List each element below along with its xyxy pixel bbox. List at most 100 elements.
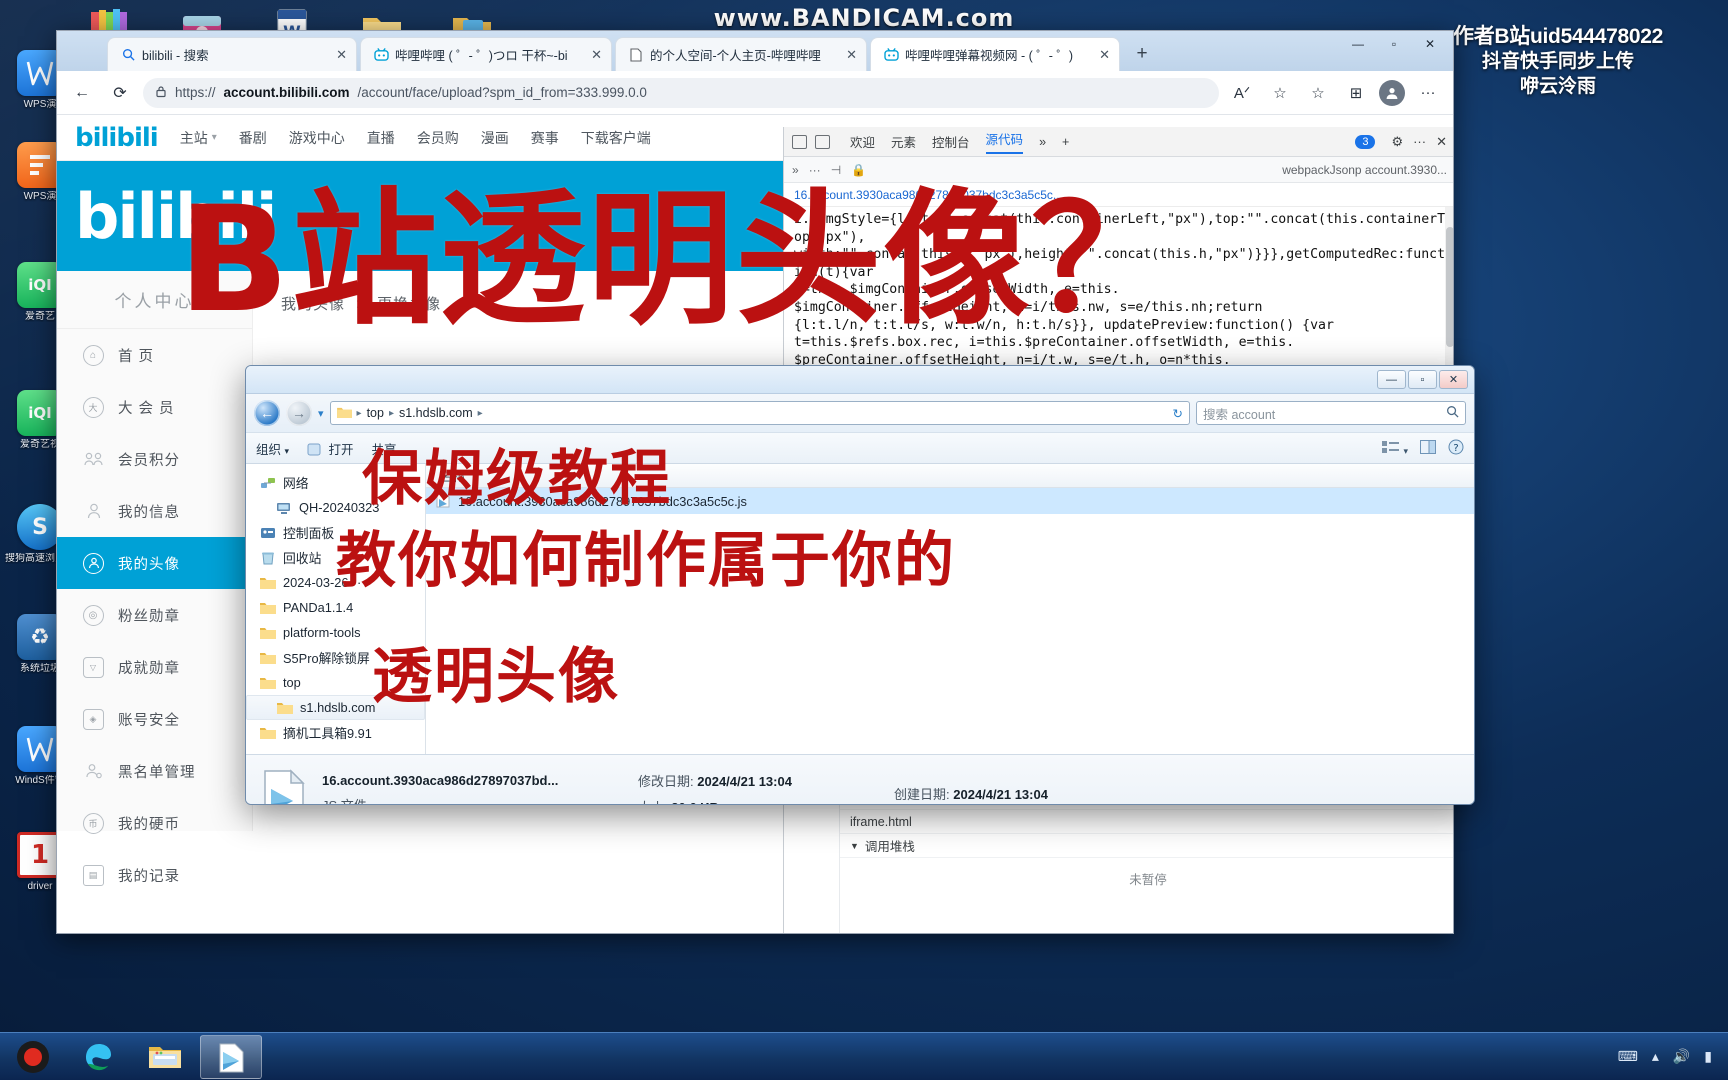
settings-more-icon[interactable]: ··· xyxy=(1413,78,1443,108)
explorer-close-button[interactable]: ✕ xyxy=(1439,370,1468,389)
explorer-path-bar[interactable]: ▸ top ▸ s1.hdslb.com ▸ ↻ xyxy=(329,401,1190,425)
preview-pane-icon[interactable] xyxy=(1420,439,1436,457)
tree-item-computer[interactable]: QH-20240323 xyxy=(246,495,425,520)
tree-item-folder-s1hdslb[interactable]: s1.hdslb.com xyxy=(246,695,425,720)
open-button[interactable]: 打开 xyxy=(307,439,354,458)
sidebar-item-fanmedal[interactable]: ◎ 粉丝勋章 xyxy=(57,589,252,641)
nav-item-manga[interactable]: 漫画 xyxy=(481,128,509,148)
show-hidden-icons-button[interactable]: ▴ xyxy=(1652,1048,1659,1065)
taskbar-bandicam-button[interactable] xyxy=(2,1035,64,1079)
devtools-thread-iframe[interactable]: iframe.html xyxy=(840,810,1453,834)
breadcrumb-parent[interactable]: 我的头像 xyxy=(281,296,345,313)
help-icon[interactable]: ? xyxy=(1448,439,1464,458)
devtools-add-tab-icon[interactable]: + xyxy=(1062,135,1069,149)
devtools-subbar-more-icon[interactable]: » xyxy=(792,163,799,177)
network-icon[interactable]: ▮ xyxy=(1704,1048,1712,1065)
reload-button[interactable]: ⟳ xyxy=(105,78,135,108)
devtools-sidebar-toggle-icon[interactable]: ⊣ xyxy=(831,163,841,177)
device-toolbar-icon[interactable] xyxy=(815,134,830,149)
read-aloud-icon[interactable]: Aᐟ xyxy=(1227,78,1257,108)
devtools-settings-icon[interactable]: ⚙ xyxy=(1391,134,1403,150)
scrollbar-thumb[interactable] xyxy=(1446,227,1453,347)
tree-item-network[interactable]: 网络 xyxy=(246,470,425,495)
sidebar-item-record[interactable]: ▤ 我的记录 xyxy=(57,849,252,901)
maximize-button[interactable]: ▫ xyxy=(1377,33,1411,55)
browser-tab-1[interactable]: 哔哩哔哩 ( ゜- ゜)つロ 干杯~-bi ✕ xyxy=(360,37,612,71)
tree-item-folder-platform-tools[interactable]: platform-tools xyxy=(246,620,425,645)
view-list-icon[interactable]: ▾ xyxy=(1381,440,1408,457)
explorer-file-row[interactable]: 16.account.3930aca986d27897037bdc3c3a5c5… xyxy=(426,488,1474,514)
taskbar-js-file-button[interactable] xyxy=(200,1034,262,1079)
sidebar-item-security[interactable]: ◈ 账号安全 xyxy=(57,693,252,745)
profile-icon[interactable] xyxy=(1379,79,1405,106)
minimize-button[interactable]: — xyxy=(1341,33,1375,55)
sidebar-item-myinfo[interactable]: 我的信息 xyxy=(57,485,252,537)
organize-button[interactable]: 组织 ▾ xyxy=(256,439,289,458)
keyboard-icon[interactable]: ⌨ xyxy=(1618,1048,1638,1065)
path-segment-host[interactable]: s1.hdslb.com xyxy=(399,406,473,420)
collections-icon[interactable]: ⊞ xyxy=(1341,78,1371,108)
sidebar-item-vip[interactable]: 大 大 会 员 xyxy=(57,381,252,433)
sidebar-item-home[interactable]: ⌂ 首 页 xyxy=(57,329,252,381)
explorer-minimize-button[interactable]: — xyxy=(1377,370,1406,389)
devtools-more-tabs-icon[interactable]: » xyxy=(1039,135,1046,149)
tree-item-folder-toolbox[interactable]: 摘机工具箱9.91 xyxy=(246,720,425,745)
tab-close-button[interactable]: ✕ xyxy=(1096,47,1113,63)
explorer-forward-button[interactable]: → xyxy=(286,400,312,426)
tab-close-button[interactable]: ✕ xyxy=(333,47,350,63)
url-input[interactable]: https:// account.bilibili.com/account/fac… xyxy=(143,77,1219,108)
explorer-folder-tree[interactable]: 网络 QH-20240323 控制面板 回收站 2024-03-26··· PA… xyxy=(246,464,426,754)
devtools-close-icon[interactable]: ✕ xyxy=(1436,134,1447,150)
tree-item-folder-top[interactable]: top xyxy=(246,670,425,695)
taskbar-file-explorer-button[interactable] xyxy=(134,1035,196,1079)
close-button[interactable]: ✕ xyxy=(1413,33,1447,55)
nav-item-main[interactable]: 主站 xyxy=(180,128,208,148)
path-segment-top[interactable]: top xyxy=(367,406,384,420)
column-header-name[interactable]: 名称 xyxy=(426,466,646,485)
tab-close-button[interactable]: ✕ xyxy=(588,47,605,63)
devtools-issues-badge[interactable]: 3 xyxy=(1355,134,1376,149)
devtools-format-icon[interactable]: 🔒 xyxy=(851,163,866,177)
nav-item-gamecenter[interactable]: 游戏中心 xyxy=(289,128,345,148)
devtools-tab-console[interactable]: 控制台 xyxy=(932,132,970,151)
sidebar-item-avatar[interactable]: 我的头像 xyxy=(57,537,252,589)
explorer-file-list[interactable]: 名称 16.account.3930aca986d27897037bdc3c3a… xyxy=(426,464,1474,754)
new-tab-button[interactable]: + xyxy=(1127,39,1157,69)
devtools-more-icon[interactable]: ··· xyxy=(1413,134,1426,149)
explorer-history-dropdown-icon[interactable]: ▾ xyxy=(318,407,324,420)
back-button[interactable]: ← xyxy=(67,78,97,108)
tree-item-folder-2024[interactable]: 2024-03-26··· xyxy=(246,570,425,595)
tree-item-recycle-bin[interactable]: 回收站 xyxy=(246,545,425,570)
volume-icon[interactable]: 🔊 xyxy=(1673,1048,1690,1065)
browser-tab-2[interactable]: 的个人空间-个人主页-哔哩哔哩 ✕ xyxy=(615,37,867,71)
devtools-tab-welcome[interactable]: 欢迎 xyxy=(850,132,875,151)
devtools-open-filename[interactable]: 16.account.3930aca986d27897037bdc3c3a5c5… xyxy=(784,183,1453,207)
browser-tab-3[interactable]: 哔哩哔哩弹幕视频网 - ( ゜- ゜) ✕ xyxy=(870,37,1120,71)
tree-item-folder-s5pro[interactable]: S5Pro解除锁屏 xyxy=(246,645,425,670)
sidebar-item-achievement[interactable]: ▽ 成就勋章 xyxy=(57,641,252,693)
browser-tab-0[interactable]: bilibili - 搜索 ✕ xyxy=(107,37,357,71)
devtools-subbar-dots-icon[interactable]: ··· xyxy=(809,163,821,177)
add-favorite-icon[interactable]: ☆ xyxy=(1265,78,1295,108)
tree-item-control-panel[interactable]: 控制面板 xyxy=(246,520,425,545)
sidebar-item-coin[interactable]: 币 我的硬币 xyxy=(57,797,252,849)
devtools-callstack-header[interactable]: ▼ 调用堆栈 xyxy=(840,834,1453,858)
devtools-tab-sources[interactable]: 源代码 xyxy=(985,129,1024,154)
nav-item-download[interactable]: 下载客户端 xyxy=(581,128,651,148)
share-button[interactable]: 共享 xyxy=(372,439,397,458)
sidebar-item-points[interactable]: 会员积分 xyxy=(57,433,252,485)
tab-close-button[interactable]: ✕ xyxy=(843,47,860,63)
devtools-tab-elements[interactable]: 元素 xyxy=(891,132,916,151)
inspect-element-icon[interactable] xyxy=(792,134,807,149)
explorer-back-button[interactable]: ← xyxy=(254,400,280,426)
explorer-refresh-button[interactable]: ↻ xyxy=(1173,406,1183,421)
bilibili-logo[interactable]: bilibili xyxy=(75,123,159,153)
sidebar-item-blacklist[interactable]: 黑名单管理 xyxy=(57,745,252,797)
explorer-search-input[interactable]: 搜索 account xyxy=(1196,401,1466,425)
nav-item-match[interactable]: 赛事 xyxy=(531,128,559,148)
tree-item-folder-panda[interactable]: PANDa1.1.4 xyxy=(246,595,425,620)
nav-item-bangumi[interactable]: 番剧 xyxy=(239,128,267,148)
favorites-icon[interactable]: ☆ xyxy=(1303,78,1333,108)
nav-item-shop[interactable]: 会员购 xyxy=(417,128,459,148)
explorer-maximize-button[interactable]: ▫ xyxy=(1408,370,1437,389)
